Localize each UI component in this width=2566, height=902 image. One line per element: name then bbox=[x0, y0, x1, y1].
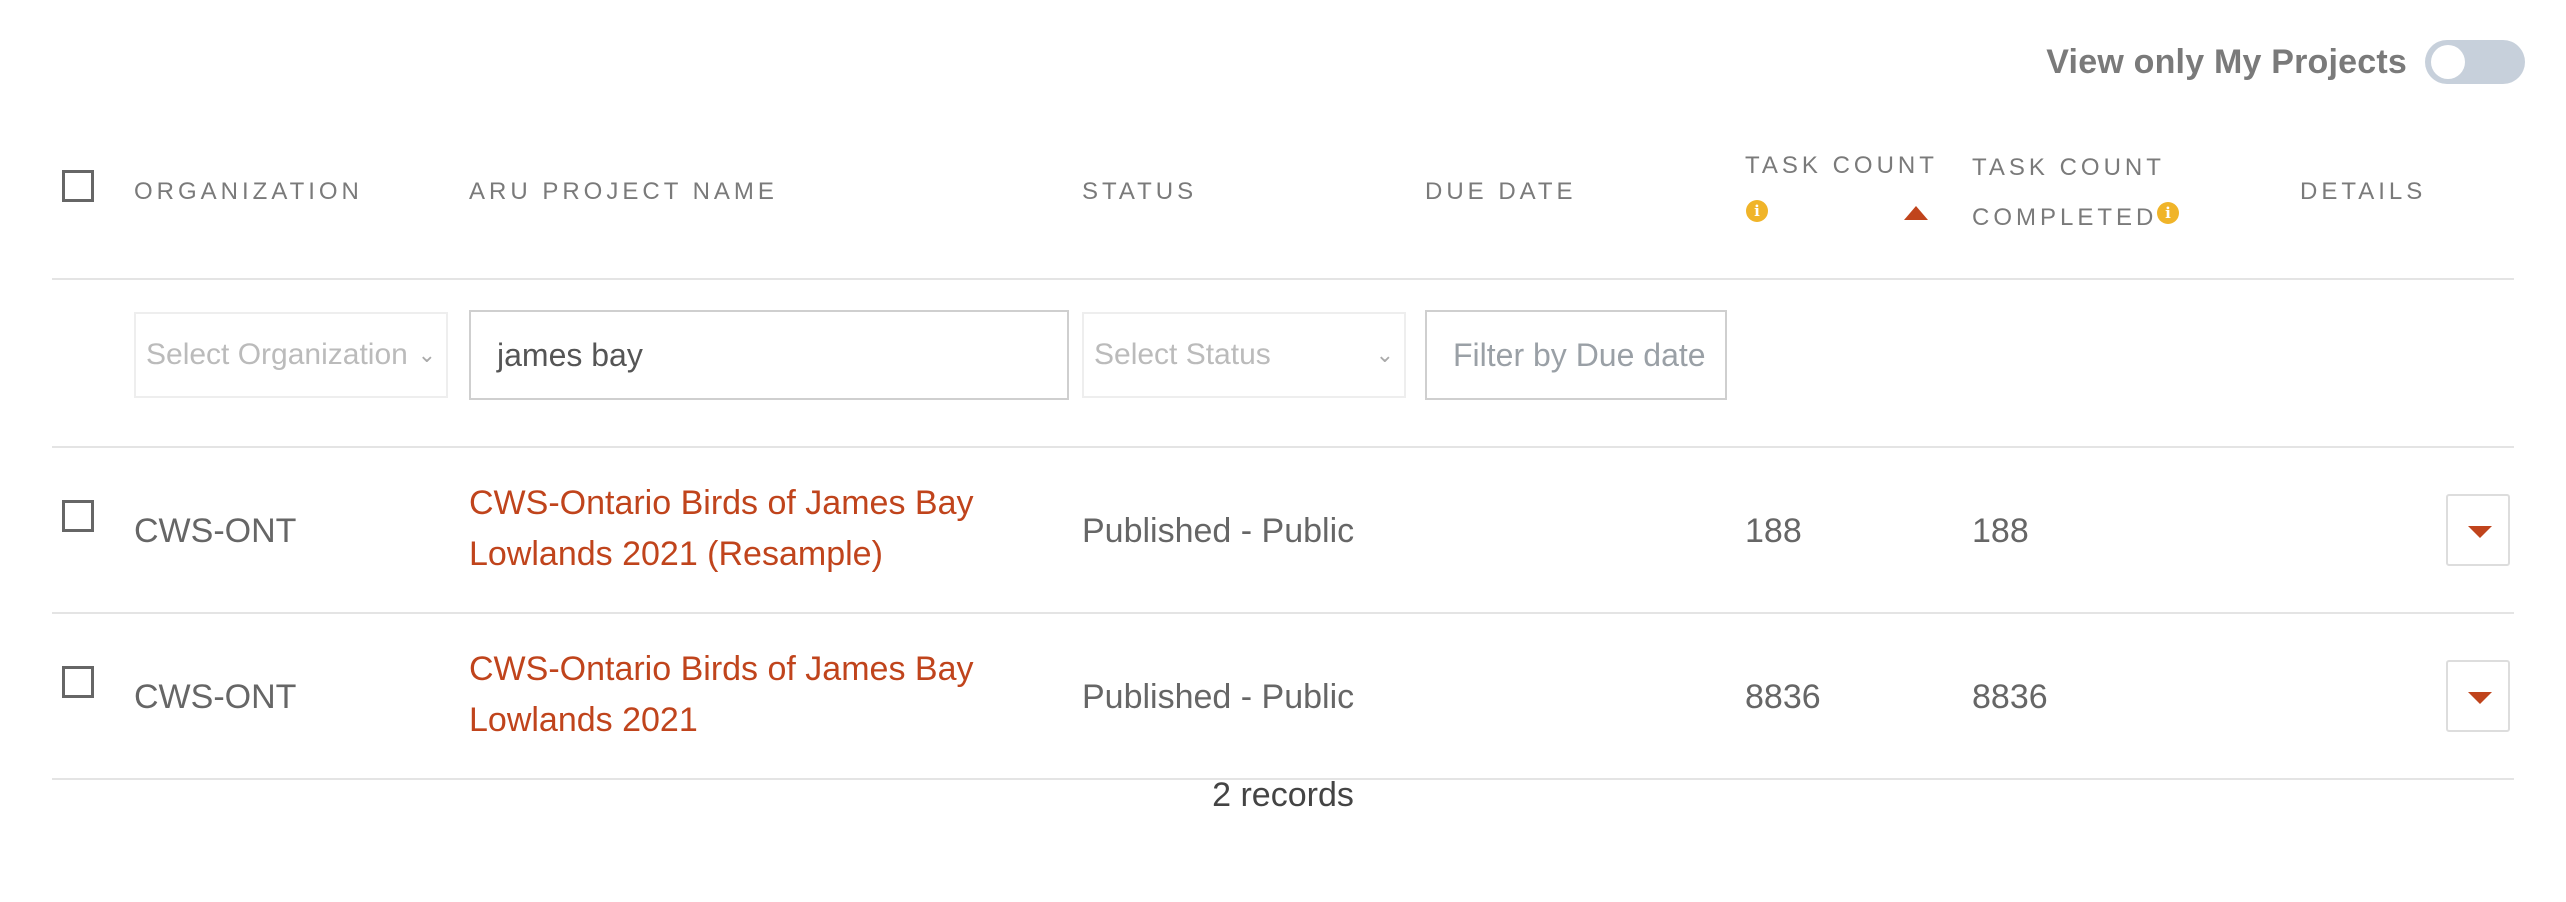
header-organization[interactable]: ORGANIZATION bbox=[134, 178, 363, 206]
filter-row: Select Organization ⌄ james bay Select S… bbox=[52, 280, 2514, 448]
project-name-filter-input[interactable]: james bay bbox=[469, 310, 1069, 400]
table-row: CWS-ONT CWS-Ontario Birds of James Bay L… bbox=[52, 614, 2514, 780]
sort-ascending-icon[interactable] bbox=[1904, 206, 1928, 220]
project-name-link[interactable]: CWS-Ontario Birds of James Bay Lowlands … bbox=[469, 478, 973, 580]
row-task-count: 188 bbox=[1745, 512, 1802, 550]
table-row: CWS-ONT CWS-Ontario Birds of James Bay L… bbox=[52, 448, 2514, 614]
table-header-row: ORGANIZATION ARU PROJECT NAME STATUS DUE… bbox=[52, 138, 2514, 280]
details-toggle-button[interactable] bbox=[2446, 494, 2510, 566]
row-status: Published - Public bbox=[1082, 678, 1355, 716]
projects-table: ORGANIZATION ARU PROJECT NAME STATUS DUE… bbox=[52, 138, 2514, 780]
header-task-count-completed-line2[interactable]: COMPLETED bbox=[1972, 204, 2157, 232]
caret-down-icon bbox=[2468, 692, 2492, 704]
chevron-down-icon: ⌄ bbox=[417, 342, 436, 367]
header-due-date[interactable]: DUE DATE bbox=[1425, 178, 1577, 206]
project-name-link[interactable]: CWS-Ontario Birds of James Bay Lowlands … bbox=[469, 644, 973, 746]
details-toggle-button[interactable] bbox=[2446, 660, 2510, 732]
due-date-filter-placeholder: Filter by Due date bbox=[1453, 337, 1706, 373]
row-checkbox[interactable] bbox=[62, 666, 94, 698]
header-task-count-completed-line1[interactable]: TASK COUNT bbox=[1972, 154, 2165, 182]
row-task-count-completed: 8836 bbox=[1972, 678, 2048, 716]
toggle-knob bbox=[2431, 45, 2465, 79]
header-details: DETAILS bbox=[2300, 178, 2427, 205]
row-task-count: 8836 bbox=[1745, 678, 1821, 716]
header-status[interactable]: STATUS bbox=[1082, 178, 1197, 206]
select-all-checkbox[interactable] bbox=[62, 170, 94, 202]
status-filter-placeholder: Select Status bbox=[1094, 338, 1271, 371]
row-status: Published - Public bbox=[1082, 512, 1355, 550]
header-task-count[interactable]: TASK COUNT bbox=[1745, 152, 1938, 180]
my-projects-toggle-label: View only My Projects bbox=[2046, 42, 2407, 81]
caret-down-icon bbox=[2468, 526, 2492, 538]
project-name-line2: Lowlands 2021 bbox=[469, 701, 698, 739]
project-name-line1: CWS-Ontario Birds of James Bay bbox=[469, 484, 974, 522]
project-name-filter-value: james bay bbox=[497, 337, 643, 373]
projects-page: View only My Projects ORGANIZATION ARU P… bbox=[0, 0, 2566, 902]
project-name-line2: Lowlands 2021 (Resample) bbox=[469, 535, 883, 573]
task-count-info-icon[interactable]: i bbox=[1746, 200, 1768, 222]
row-task-count-completed: 188 bbox=[1972, 512, 2029, 550]
chevron-down-icon: ⌄ bbox=[1375, 342, 1394, 367]
my-projects-toggle[interactable] bbox=[2425, 40, 2525, 84]
organization-filter-select[interactable]: Select Organization ⌄ bbox=[134, 312, 448, 398]
organization-filter-placeholder: Select Organization bbox=[146, 338, 408, 371]
row-checkbox[interactable] bbox=[62, 500, 94, 532]
status-filter-select[interactable]: Select Status ⌄ bbox=[1082, 312, 1406, 398]
record-count: 2 records bbox=[1212, 776, 1354, 814]
my-projects-toggle-group: View only My Projects bbox=[2046, 40, 2525, 84]
header-project-name[interactable]: ARU PROJECT NAME bbox=[469, 178, 778, 206]
row-organization: CWS-ONT bbox=[134, 512, 297, 550]
project-name-line1: CWS-Ontario Birds of James Bay bbox=[469, 650, 974, 688]
due-date-filter-input[interactable]: Filter by Due date bbox=[1425, 310, 1727, 400]
row-organization: CWS-ONT bbox=[134, 678, 297, 716]
task-count-completed-info-icon[interactable]: i bbox=[2157, 202, 2179, 224]
